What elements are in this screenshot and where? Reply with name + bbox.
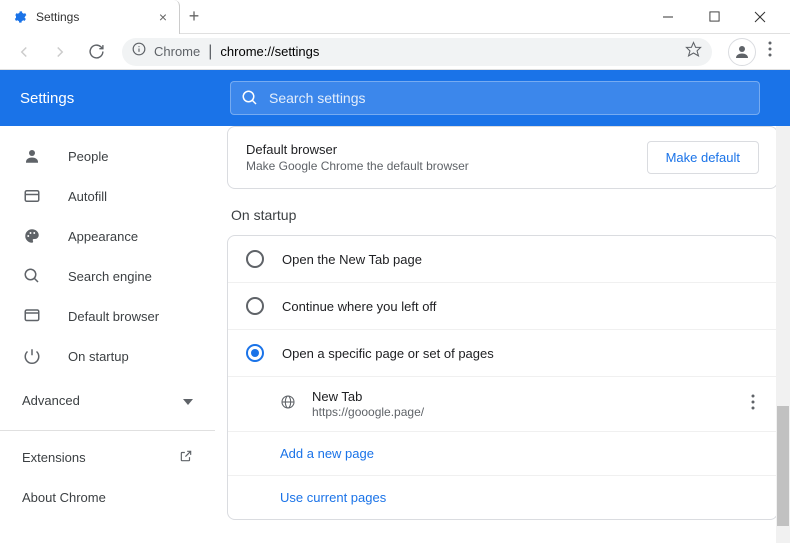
default-browser-card: Default browser Make Google Chrome the d… xyxy=(227,126,778,189)
advanced-label: Advanced xyxy=(22,393,80,408)
kebab-menu-icon[interactable] xyxy=(764,41,776,62)
profile-area xyxy=(722,38,782,66)
settings-icon xyxy=(12,9,28,25)
globe-icon xyxy=(280,394,296,415)
site-info-icon[interactable] xyxy=(132,42,146,61)
sidebar-advanced-toggle[interactable]: Advanced xyxy=(0,376,215,424)
person-icon xyxy=(22,147,42,165)
sidebar-item-on-startup[interactable]: On startup xyxy=(0,336,215,376)
search-box[interactable] xyxy=(230,81,760,115)
address-bar: Chrome | chrome://settings xyxy=(0,34,790,70)
sidebar-item-label: People xyxy=(68,149,108,164)
on-startup-heading: On startup xyxy=(231,207,778,223)
option-label: Continue where you left off xyxy=(282,299,436,314)
external-link-icon xyxy=(179,449,193,466)
sidebar-item-label: Search engine xyxy=(68,269,152,284)
divider xyxy=(0,430,215,431)
search-input[interactable] xyxy=(269,90,749,106)
settings-header: Settings xyxy=(0,70,790,126)
scrollbar-thumb[interactable] xyxy=(777,406,789,526)
sidebar-item-search-engine[interactable]: Search engine xyxy=(0,256,215,296)
extensions-label: Extensions xyxy=(22,450,86,465)
radio-icon xyxy=(246,297,264,315)
url-text: chrome://settings xyxy=(220,44,319,59)
search-icon xyxy=(22,267,42,285)
option-label: Open a specific page or set of pages xyxy=(282,346,494,361)
default-browser-title: Default browser xyxy=(246,142,469,157)
page-title: Settings xyxy=(20,90,210,107)
option-label: Open the New Tab page xyxy=(282,252,422,267)
sidebar-item-label: Autofill xyxy=(68,189,107,204)
forward-button[interactable] xyxy=(44,36,76,68)
sidebar: People Autofill Appearance Search engine… xyxy=(0,126,215,543)
profile-button[interactable] xyxy=(728,38,756,66)
palette-icon xyxy=(22,227,42,245)
radio-icon xyxy=(246,344,264,362)
minimize-button[interactable] xyxy=(656,5,680,29)
about-chrome-label: About Chrome xyxy=(22,490,106,505)
close-tab-button[interactable]: × xyxy=(155,9,171,25)
sidebar-item-appearance[interactable]: Appearance xyxy=(0,216,215,256)
window-controls xyxy=(656,5,790,29)
sidebar-item-label: Default browser xyxy=(68,309,159,324)
startup-page-row: New Tab https://gooogle.page/ xyxy=(228,376,777,431)
bookmark-star-icon[interactable] xyxy=(685,41,702,63)
startup-option-specific-pages[interactable]: Open a specific page or set of pages xyxy=(228,329,777,376)
use-current-pages-link[interactable]: Use current pages xyxy=(228,475,777,519)
sidebar-item-autofill[interactable]: Autofill xyxy=(0,176,215,216)
url-scheme-label: Chrome xyxy=(154,44,200,59)
advanced-footer-toggle[interactable]: Advanced xyxy=(227,538,778,543)
url-field[interactable]: Chrome | chrome://settings xyxy=(122,38,712,66)
startup-page-name: New Tab xyxy=(312,389,731,404)
default-browser-subtitle: Make Google Chrome the default browser xyxy=(246,159,469,173)
reload-button[interactable] xyxy=(80,36,112,68)
browser-tab[interactable]: Settings × xyxy=(0,0,180,34)
browser-icon xyxy=(22,307,42,325)
sidebar-item-label: On startup xyxy=(68,349,129,364)
page-kebab-menu[interactable] xyxy=(747,390,759,419)
close-window-button[interactable] xyxy=(748,5,772,29)
sidebar-item-people[interactable]: People xyxy=(0,136,215,176)
search-icon xyxy=(241,89,259,107)
power-icon xyxy=(22,347,42,365)
maximize-button[interactable] xyxy=(702,5,726,29)
on-startup-card: Open the New Tab page Continue where you… xyxy=(227,235,778,520)
window-titlebar: Settings × + xyxy=(0,0,790,34)
startup-page-url: https://gooogle.page/ xyxy=(312,405,731,419)
back-button[interactable] xyxy=(8,36,40,68)
startup-option-continue[interactable]: Continue where you left off xyxy=(228,282,777,329)
radio-icon xyxy=(246,250,264,268)
caret-down-icon xyxy=(183,393,193,408)
autofill-icon xyxy=(22,187,42,205)
startup-option-new-tab[interactable]: Open the New Tab page xyxy=(228,236,777,282)
new-tab-button[interactable]: + xyxy=(180,6,208,27)
sidebar-about-chrome[interactable]: About Chrome xyxy=(0,477,215,517)
add-new-page-link[interactable]: Add a new page xyxy=(228,431,777,475)
sidebar-item-label: Appearance xyxy=(68,229,138,244)
scrollbar-track[interactable] xyxy=(776,126,790,543)
tab-title: Settings xyxy=(36,10,147,24)
main-panel: Default browser Make Google Chrome the d… xyxy=(215,126,790,543)
make-default-button[interactable]: Make default xyxy=(647,141,759,174)
sidebar-item-default-browser[interactable]: Default browser xyxy=(0,296,215,336)
sidebar-extensions[interactable]: Extensions xyxy=(0,437,215,477)
